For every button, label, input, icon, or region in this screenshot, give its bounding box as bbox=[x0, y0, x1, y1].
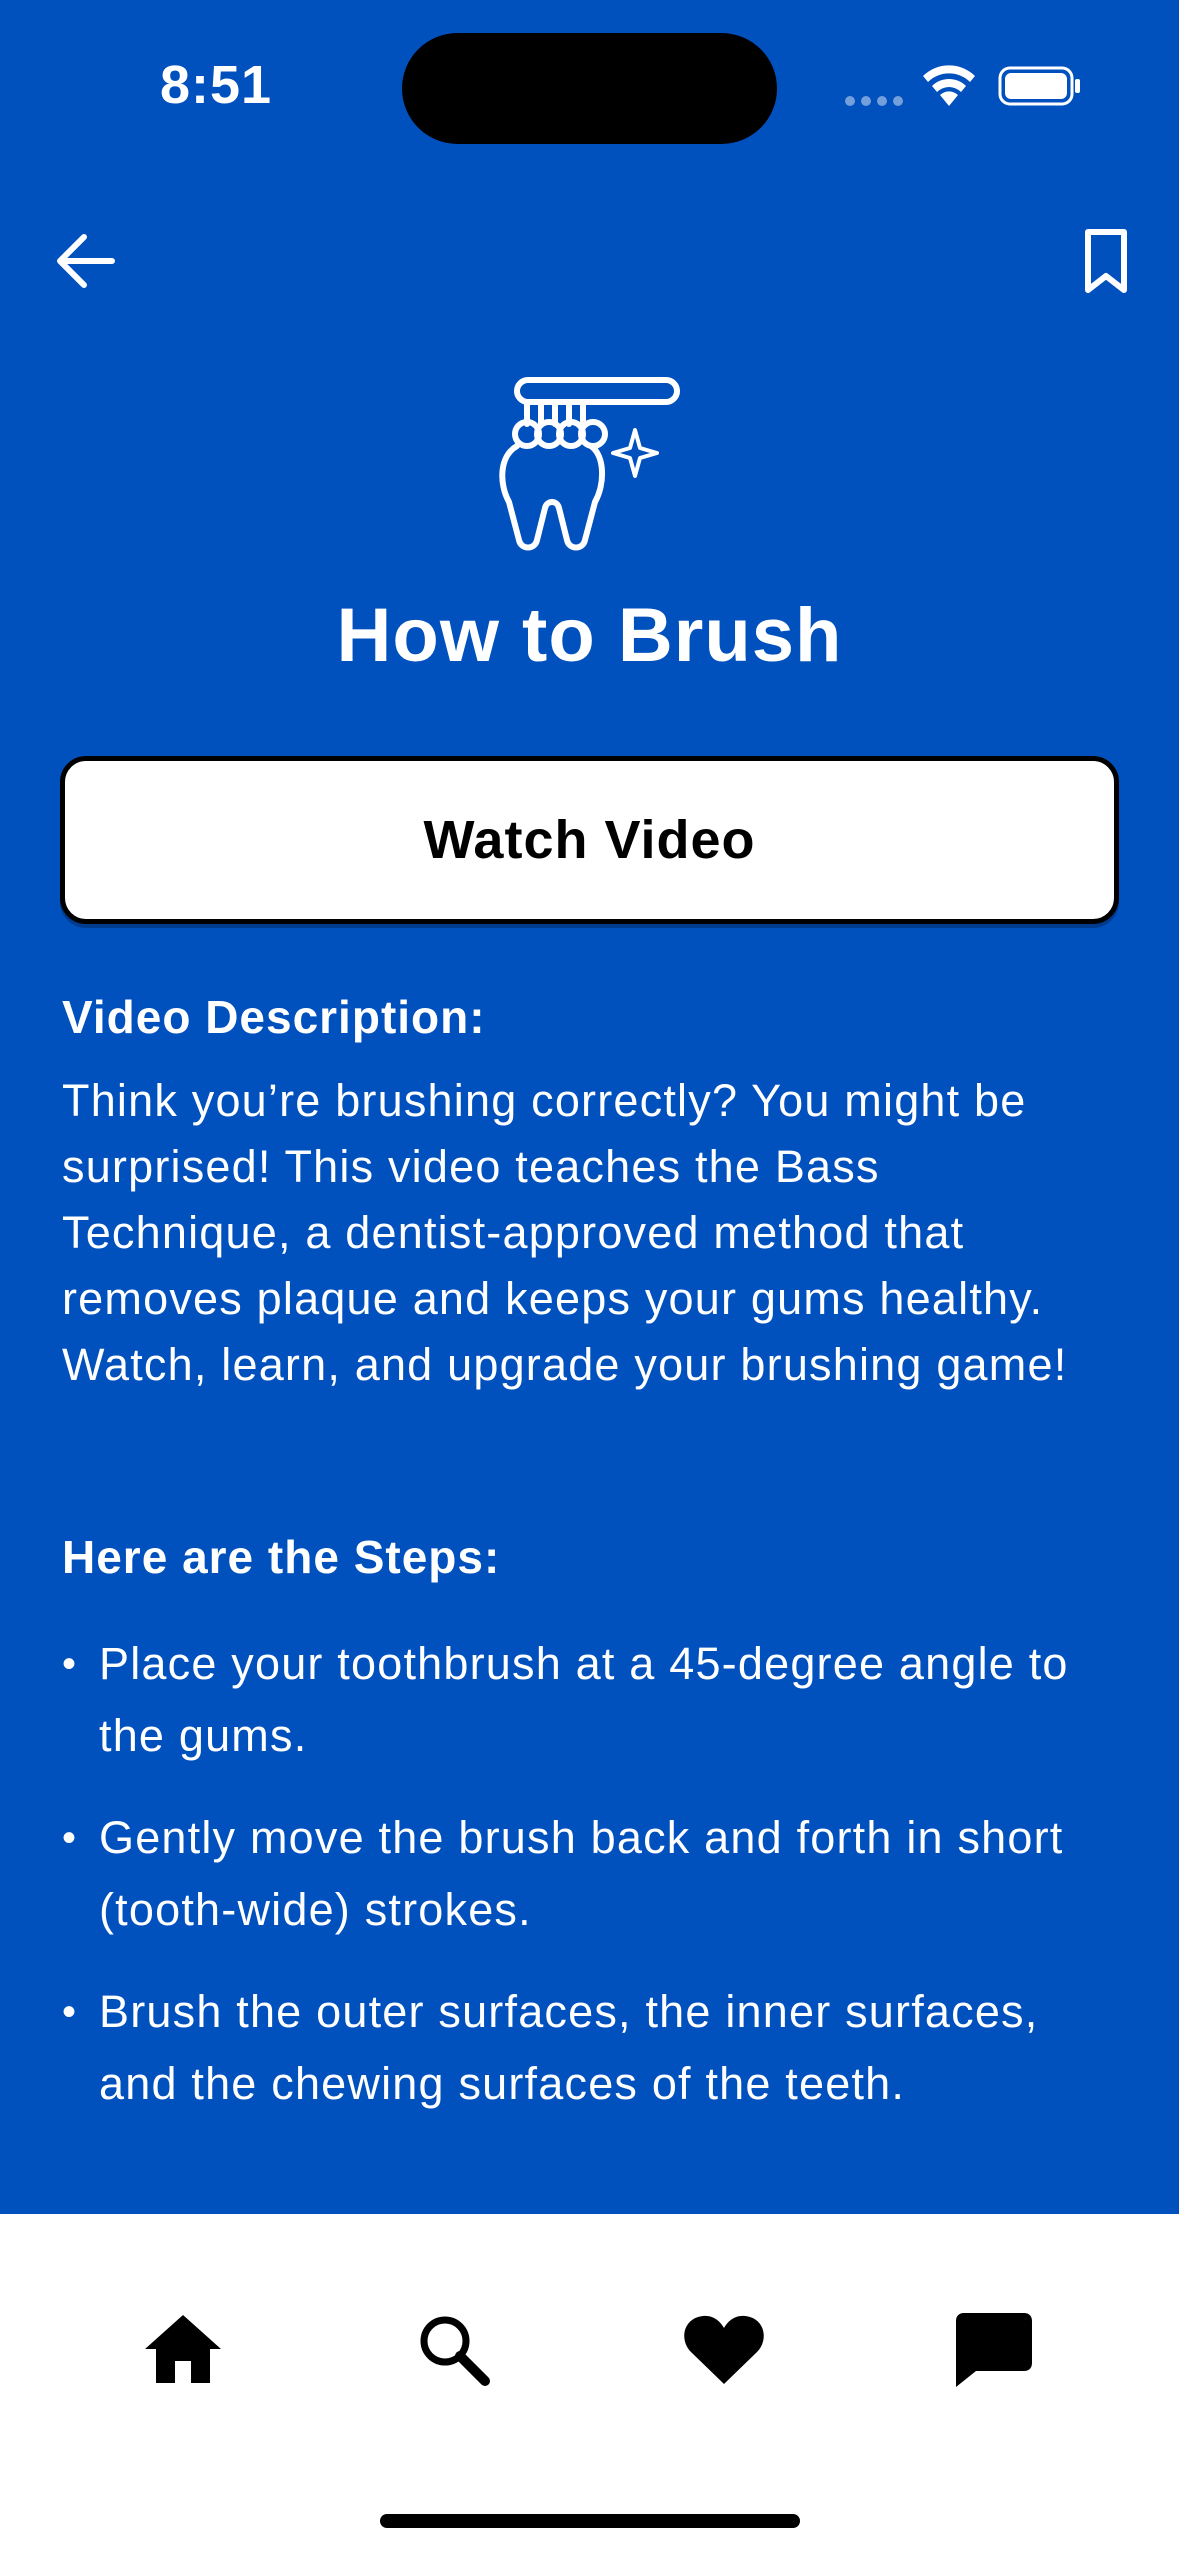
battery-icon bbox=[998, 66, 1080, 106]
step-item: • Brush the outer surfaces, the inner su… bbox=[62, 1976, 1122, 2120]
tooth-toothbrush-icon bbox=[499, 377, 680, 551]
dynamic-island bbox=[402, 33, 777, 144]
status-time: 8:51 bbox=[160, 55, 273, 115]
watch-video-button[interactable]: Watch Video bbox=[60, 756, 1119, 924]
tab-favorites[interactable] bbox=[674, 2299, 774, 2399]
bookmark-icon bbox=[1085, 229, 1127, 293]
step-text: Place your toothbrush at a 45-degree ang… bbox=[99, 1638, 1069, 1761]
home-indicator bbox=[380, 2514, 800, 2528]
tab-bar bbox=[0, 2214, 1179, 2556]
tab-messages[interactable] bbox=[944, 2299, 1044, 2399]
video-description-heading: Video Description: bbox=[62, 991, 486, 1043]
cellular-signal-icon bbox=[845, 93, 909, 111]
tab-home[interactable] bbox=[133, 2299, 233, 2399]
steps-list: • Place your toothbrush at a 45-degree a… bbox=[62, 1628, 1122, 2150]
bullet: • bbox=[62, 1816, 78, 1860]
search-icon bbox=[420, 2316, 490, 2386]
wifi-icon bbox=[923, 65, 975, 106]
bullet: • bbox=[62, 1642, 78, 1686]
step-text: Brush the outer surfaces, the inner surf… bbox=[99, 1986, 1039, 2109]
home-icon bbox=[145, 2315, 221, 2383]
status-bar: 8:51 bbox=[0, 0, 1179, 180]
step-text: Gently move the brush back and forth in … bbox=[99, 1812, 1064, 1935]
chat-icon bbox=[956, 2313, 1032, 2387]
back-button[interactable] bbox=[52, 228, 118, 294]
steps-heading: Here are the Steps: bbox=[62, 1531, 501, 1583]
step-item: • Place your toothbrush at a 45-degree a… bbox=[62, 1628, 1122, 1772]
bookmark-button[interactable] bbox=[1078, 226, 1138, 298]
bullet: • bbox=[62, 1990, 78, 2034]
step-item: • Gently move the brush back and forth i… bbox=[62, 1802, 1122, 1946]
video-description-text: Think you’re brushing correctly? You mig… bbox=[62, 1075, 1068, 1390]
page-title: How to Brush bbox=[336, 593, 843, 678]
tab-search[interactable] bbox=[403, 2299, 503, 2399]
arrow-left-icon bbox=[57, 234, 115, 288]
heart-icon bbox=[684, 2315, 764, 2384]
